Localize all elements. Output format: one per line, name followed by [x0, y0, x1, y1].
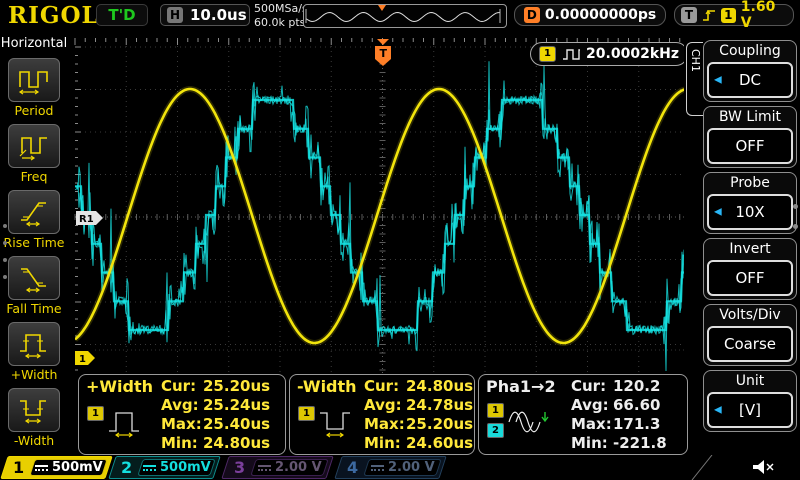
channel-badge: 1 [87, 406, 104, 421]
channel-scale: 500mV [52, 460, 103, 475]
trigger-key-icon: T [681, 7, 697, 23]
coupling-value[interactable]: ◀ DC [707, 62, 793, 98]
svg-text:1: 1 [79, 354, 86, 365]
measurement-values: Cur:25.20us Avg:25.24us Max:25.40us Min:… [161, 377, 270, 453]
menu-item-positive-width[interactable]: +Width [2, 322, 66, 384]
frequency-counter-badge: 1 20.0002kHz [530, 42, 688, 66]
menu-section-invert[interactable]: Invert OFF [703, 238, 797, 300]
chevron-left-icon: ◀ [714, 75, 722, 86]
channel-block-2[interactable]: 2 500mV [108, 456, 220, 479]
rise-time-icon [18, 196, 50, 228]
probe-value[interactable]: ◀ 10X [707, 194, 793, 230]
svg-text:T: T [380, 47, 388, 60]
channel-2-badge: 2 [487, 423, 504, 438]
negative-width-icon [18, 394, 50, 426]
dc-coupling-icon [143, 465, 156, 471]
dc-coupling-icon [258, 465, 271, 471]
chevron-left-icon: ◀ [714, 405, 722, 416]
channel-scale: 2.00 V [275, 460, 322, 475]
bw-limit-value[interactable]: OFF [707, 128, 793, 164]
trigger-badge[interactable]: T 1 1.60 V [674, 4, 794, 26]
diagonal-divider [688, 455, 716, 480]
period-icon [18, 64, 50, 96]
mute-speaker-icon[interactable] [750, 458, 778, 477]
dc-coupling-icon [35, 465, 48, 471]
left-page-indicator [3, 224, 9, 292]
measurement-panel-nwidth: -Width 1 Cur:24.80us Avg:24.78us Max:25.… [289, 374, 475, 455]
timebase-badge[interactable]: H 10.0us [160, 4, 250, 26]
timebase-value: 10.0us [190, 6, 247, 24]
channel-scale: 500mV [160, 460, 211, 475]
memory-depth: 60.0k pts [254, 16, 308, 30]
delay-key-icon: D [524, 7, 540, 23]
menu-section-unit[interactable]: Unit ◀ [V] [703, 370, 797, 432]
preview-trigger-marker[interactable] [378, 5, 386, 11]
channel-number: 1 [13, 457, 24, 478]
right-menu: CH1 Coupling ◀ DC BW Limit OFF Probe ◀ 1… [684, 32, 800, 480]
trigger-status-text: T'D [108, 6, 135, 24]
freq-channel-badge: 1 [539, 46, 556, 62]
measurement-panel-pwidth: +Width 1 Cur:25.20us Avg:25.24us Max:25.… [78, 374, 286, 455]
square-wave-icon [562, 46, 580, 62]
volts-div-value[interactable]: Coarse [707, 326, 793, 362]
channel-menu-tab: CH1 [686, 42, 703, 116]
channel-block-4[interactable]: 4 2.00 V [334, 456, 446, 479]
sample-rate: 500MSa/s [254, 2, 308, 16]
channel-number: 2 [121, 457, 132, 478]
measurement-panel-phase: Pha1→2 1 2 Cur:120.2 Avg:66.60 Max:171.3… [478, 374, 688, 455]
freq-value: 20.0002kHz [586, 46, 679, 62]
positive-pulse-icon [107, 407, 147, 439]
rising-edge-icon [702, 7, 716, 23]
left-menu-title: Horizontal [0, 36, 68, 51]
delay-badge[interactable]: D 0.00000000ps [514, 4, 666, 26]
unit-value[interactable]: ◀ [V] [707, 392, 793, 428]
invert-value[interactable]: OFF [707, 260, 793, 296]
waveform-preview-strip[interactable] [303, 4, 507, 28]
svg-text:R1: R1 [79, 214, 94, 225]
channel-scale: 2.00 V [388, 460, 435, 475]
horizontal-key-icon: H [167, 7, 183, 23]
channel-number: 3 [234, 457, 245, 478]
menu-section-volts-div[interactable]: Volts/Div Coarse [703, 304, 797, 366]
trigger-position-arrow-icon[interactable] [377, 39, 389, 45]
channel-1-badge: 1 [487, 403, 504, 418]
measurement-values: Cur:120.2 Avg:66.60 Max:171.3 Min:-221.8 [571, 377, 667, 453]
trigger-source-badge: 1 [721, 8, 736, 23]
menu-item-rise-time[interactable]: Rise Time [2, 190, 66, 252]
oscilloscope-screen: { "top_bar": { "logo": "RIGOL", "trigger… [0, 0, 800, 480]
measurement-values: Cur:24.80us Avg:24.78us Max:25.20us Min:… [364, 377, 473, 453]
left-menu: Horizontal Period Freq Rise Time [0, 32, 70, 480]
trigger-level-value: 1.60 V [741, 0, 787, 31]
phase-icon [507, 407, 551, 439]
menu-item-period[interactable]: Period [2, 58, 66, 120]
trigger-status-badge: T'D [96, 4, 148, 26]
acquisition-info: 500MSa/s 60.0k pts [254, 2, 308, 30]
menu-item-fall-time[interactable]: Fall Time [2, 256, 66, 318]
menu-section-probe[interactable]: Probe ◀ 10X [703, 172, 797, 234]
negative-pulse-icon [318, 407, 358, 439]
preview-wave-icon [304, 5, 504, 25]
menu-item-negative-width[interactable]: -Width [2, 388, 66, 450]
channel-badge: 1 [298, 406, 315, 421]
channel-block-1[interactable]: 1 500mV [0, 456, 112, 479]
channel-bar: 1 500mV 2 500mV 3 2.00 V 4 [0, 455, 800, 480]
delay-value: 0.00000000ps [545, 7, 656, 23]
positive-width-icon [18, 328, 50, 360]
fall-time-icon [18, 262, 50, 294]
menu-section-coupling[interactable]: Coupling ◀ DC [703, 40, 797, 102]
menu-section-bw-limit[interactable]: BW Limit OFF [703, 106, 797, 168]
freq-icon [18, 130, 50, 162]
rigol-logo: RIGOL [8, 2, 99, 29]
channel-block-3[interactable]: 3 2.00 V [221, 456, 333, 479]
dc-coupling-icon [371, 465, 384, 471]
menu-item-freq[interactable]: Freq [2, 124, 66, 186]
channel-number: 4 [347, 457, 358, 478]
chevron-left-icon: ◀ [714, 207, 722, 218]
top-bar: RIGOL T'D H 10.0us 500MSa/s 60.0k pts D … [0, 0, 800, 32]
right-page-indicator [793, 204, 798, 244]
